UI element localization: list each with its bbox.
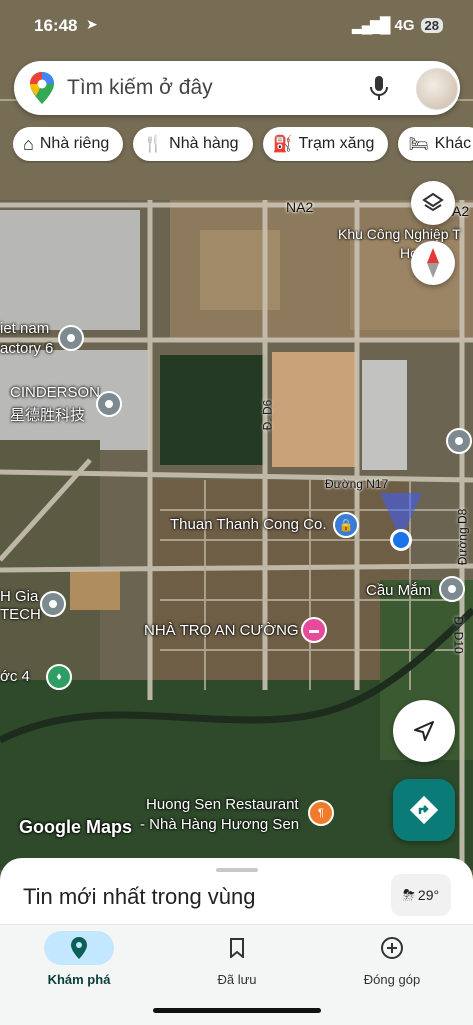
place-pin-right-edge[interactable] (446, 428, 472, 454)
google-maps-pin-icon (30, 72, 54, 104)
bookmark-icon (230, 938, 244, 958)
chip-label: Nhà riêng (39, 135, 110, 152)
signal-icon: ▂▄▆█ (352, 17, 390, 34)
pin-dot-icon (448, 585, 456, 593)
place-pin-thuan-thanh[interactable]: 🔒 (333, 512, 359, 538)
road-label-d6: Đ. D6 (260, 399, 275, 431)
place-label-khu-cong-nghiep[interactable]: Khu Công Nghiệp T (338, 226, 461, 242)
pin-dot-icon (455, 437, 463, 445)
place-label-factory[interactable]: actory 6 (0, 340, 53, 357)
status-time: 16:48 (34, 16, 78, 35)
chip-tram-xang[interactable]: ⛽ Trạm xăng (262, 127, 389, 161)
weather-temperature: 29° (417, 887, 440, 903)
place-label-huong-sen-1[interactable]: Huong Sen Restaurant (146, 796, 299, 813)
tab-kham-pha[interactable]: Khám phá (0, 925, 158, 1025)
navigation-arrow-icon (414, 721, 434, 741)
chip-nha-hang[interactable]: 🍴 Nhà hàng (133, 127, 253, 161)
sheet-title: Tin mới nhất trong vùng (23, 884, 256, 909)
tab-label: Đã lưu (217, 972, 257, 987)
chip-label: Khác (434, 135, 472, 152)
battery-level: 28 (420, 17, 443, 33)
drink-icon: ♦ (56, 671, 62, 683)
road-label-na2: NA2 (286, 199, 314, 215)
place-label-cinderson[interactable]: CINDERSON (10, 384, 100, 401)
google-maps-logo: Google Maps (19, 817, 133, 837)
tab-icon-container (357, 931, 427, 965)
place-pin-cau-mam[interactable] (439, 576, 465, 602)
hotel-icon: 🛏 (408, 136, 429, 153)
layers-button[interactable] (411, 181, 455, 225)
chip-nha-rieng[interactable]: ⌂ Nhà riêng (13, 127, 124, 161)
chip-label: Nhà hàng (169, 135, 239, 152)
network-type: 4G (394, 16, 415, 34)
pin-dot-icon (105, 400, 113, 408)
add-circle-icon (381, 937, 403, 959)
pin-dot-icon (67, 334, 75, 342)
my-location-button[interactable] (393, 700, 455, 762)
microphone-icon[interactable] (370, 76, 388, 100)
thunderstorm-icon: ⛈ (402, 886, 415, 904)
place-pin-h-gia[interactable] (40, 591, 66, 617)
directions-button[interactable] (393, 779, 455, 841)
avatar[interactable] (416, 68, 458, 110)
sheet-handle[interactable] (216, 868, 258, 872)
directions-icon (409, 795, 439, 825)
restaurant-icon: 🍴 (143, 136, 164, 153)
bed-icon: ▬ (309, 624, 319, 636)
bag-icon: 🔒 (338, 518, 354, 532)
compass-button[interactable] (411, 241, 455, 285)
place-label-h-gia[interactable]: H Gia (0, 588, 38, 605)
place-pin-factory[interactable] (58, 325, 84, 351)
pin-dot-icon (49, 600, 57, 608)
chip-khac[interactable]: 🛏 Khác (398, 127, 473, 161)
current-location-dot[interactable] (390, 529, 412, 551)
tab-label: Khám phá (47, 972, 111, 987)
weather-chip[interactable]: ⛈ 29° (391, 874, 451, 916)
place-label-vietnam[interactable]: iet nam (0, 320, 49, 337)
place-label-nha-tro[interactable]: NHÀ TRỌ AN CƯỜNG (144, 622, 299, 639)
place-label-huong-sen-2[interactable]: - Nhà Hàng Hương Sen (140, 816, 299, 833)
category-chips: ⌂ Nhà riêng 🍴 Nhà hàng ⛽ Trạm xăng 🛏 Khá… (13, 127, 473, 163)
tab-label: Đóng góp (363, 972, 421, 987)
place-label-nuoc4[interactable]: ớc 4 (0, 668, 30, 685)
place-pin-huong-sen[interactable]: ¶ (308, 800, 334, 826)
tab-dong-gop[interactable]: Đóng góp (313, 925, 471, 1025)
place-label-cinderson-cn[interactable]: 星德胜科技 (10, 404, 85, 425)
tab-icon-container (44, 931, 114, 965)
place-pin-nuoc4[interactable]: ♦ (46, 664, 72, 690)
status-bar: 16:48 ➤ ▂▄▆█ 4G 28 (0, 14, 473, 40)
layers-icon (422, 192, 444, 212)
place-label-tech[interactable]: TECH (0, 606, 41, 623)
gas-station-icon: ⛽ (272, 136, 293, 153)
restaurant-icon: ¶ (318, 807, 324, 819)
road-label-d8: Đường D8 (455, 508, 470, 566)
place-pin-nha-tro[interactable]: ▬ (301, 617, 327, 643)
chip-label: Trạm xăng (298, 135, 375, 152)
tab-icon-container (202, 931, 272, 965)
place-pin-cinderson[interactable] (96, 391, 122, 417)
place-label-thuan-thanh[interactable]: Thuan Thanh Cong Co. (170, 516, 327, 533)
road-label-d10: Đ. D10 (451, 616, 466, 654)
location-arrow-icon: ➤ (86, 16, 98, 32)
home-indicator (153, 1008, 321, 1013)
search-bar[interactable]: Tìm kiếm ở đây (14, 61, 460, 115)
place-label-cau-mam[interactable]: Cầu Mắm (366, 582, 431, 599)
road-label-n17: Đường N17 (325, 477, 389, 491)
location-pin-icon (71, 937, 87, 959)
search-placeholder[interactable]: Tìm kiếm ở đây (67, 76, 213, 100)
home-icon: ⌂ (23, 133, 34, 154)
compass-icon (427, 248, 439, 278)
